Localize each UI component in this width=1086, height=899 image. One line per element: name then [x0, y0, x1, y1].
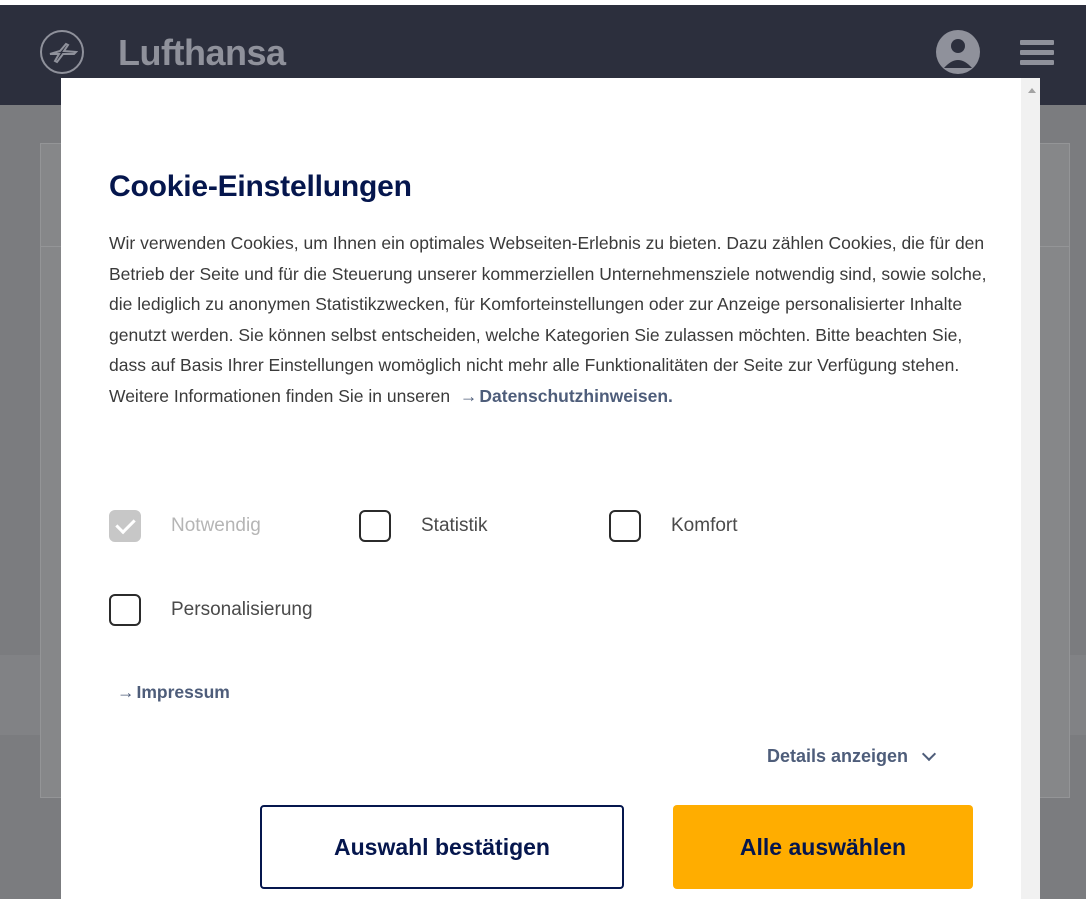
- details-label: Details anzeigen: [767, 746, 909, 766]
- option-komfort[interactable]: Komfort: [609, 510, 738, 542]
- option-label-personalisierung[interactable]: Personalisierung: [171, 599, 313, 621]
- user-account-icon[interactable]: [936, 30, 980, 74]
- accept-all-button[interactable]: Alle auswählen: [673, 805, 973, 889]
- option-notwendig: Notwendig: [109, 510, 261, 542]
- impressum-link[interactable]: → Impressum: [117, 682, 230, 703]
- crane-logo-icon[interactable]: [40, 30, 84, 74]
- description-text: Wir verwenden Cookies, um Ihnen ein opti…: [109, 233, 987, 406]
- chevron-down-icon: [921, 746, 937, 761]
- option-statistik[interactable]: Statistik: [359, 510, 488, 542]
- privacy-link-label: Datenschutzhinweisen.: [479, 385, 673, 406]
- dialog-description: Wir verwenden Cookies, um Ihnen ein opti…: [109, 228, 989, 411]
- option-label-statistik[interactable]: Statistik: [421, 515, 488, 537]
- privacy-link[interactable]: → Datenschutzhinweisen.: [460, 386, 673, 406]
- impressum-label: Impressum: [136, 682, 230, 702]
- dialog-scrollbar[interactable]: [1021, 78, 1040, 899]
- checkbox-statistik[interactable]: [359, 510, 391, 542]
- checkbox-komfort[interactable]: [609, 510, 641, 542]
- dialog-title: Cookie-Einstellungen: [109, 170, 412, 203]
- option-personalisierung[interactable]: Personalisierung: [109, 594, 313, 626]
- arrow-right-icon: →: [459, 385, 478, 406]
- brand-name[interactable]: Lufthansa: [118, 32, 286, 74]
- confirm-selection-button[interactable]: Auswahl bestätigen: [260, 805, 624, 889]
- scroll-up-arrow-icon[interactable]: [1028, 88, 1036, 93]
- arrow-right-icon: →: [117, 682, 135, 702]
- hamburger-menu-icon[interactable]: [1020, 40, 1054, 66]
- details-toggle[interactable]: Details anzeigen: [767, 746, 937, 767]
- header-top-strip: [0, 0, 1086, 5]
- checkbox-notwendig: [109, 510, 141, 542]
- option-label-notwendig: Notwendig: [171, 515, 261, 536]
- checkbox-personalisierung[interactable]: [109, 594, 141, 626]
- option-label-komfort[interactable]: Komfort: [671, 515, 738, 537]
- cookie-settings-dialog: Cookie-Einstellungen Wir verwenden Cooki…: [61, 78, 1021, 899]
